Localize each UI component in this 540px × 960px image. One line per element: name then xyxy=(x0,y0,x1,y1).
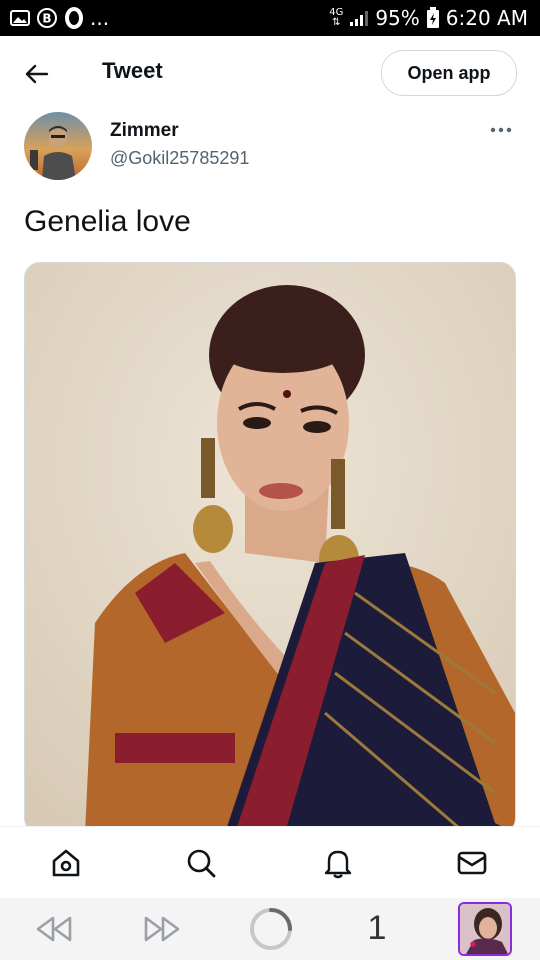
browser-back-button[interactable] xyxy=(34,912,74,946)
signal-icon xyxy=(349,9,369,27)
home-icon xyxy=(52,849,80,877)
b-circle-icon: B xyxy=(36,7,58,29)
page-title: Tweet xyxy=(102,58,163,83)
status-bar: B ... 4G ⇅ 95% 6:20 AM xyxy=(0,0,540,36)
clock: 6:20 AM xyxy=(445,6,528,30)
svg-text:B: B xyxy=(42,12,51,26)
o-icon xyxy=(64,6,84,30)
open-app-button[interactable]: Open app xyxy=(381,50,517,96)
rewind-icon xyxy=(36,916,72,942)
portrait-photo xyxy=(25,263,515,833)
status-left: B ... xyxy=(0,6,109,30)
notifications-icon xyxy=(324,850,352,879)
bottom-navigation xyxy=(0,826,540,899)
author-name[interactable]: Zimmer xyxy=(110,120,179,142)
author-handle[interactable]: @Gokil25785291 xyxy=(110,148,249,169)
browser-forward-button[interactable] xyxy=(142,912,182,946)
more-options-button[interactable] xyxy=(486,118,516,142)
back-button[interactable] xyxy=(22,60,50,88)
data-arrows-icon: ⇅ xyxy=(332,17,341,28)
fast-forward-icon xyxy=(144,916,180,942)
tab-preview-image xyxy=(460,904,510,954)
browser-reload-button[interactable] xyxy=(248,906,294,952)
network-indicator: 4G ⇅ xyxy=(329,8,343,28)
tweet-image[interactable] xyxy=(24,262,516,834)
nav-home-button[interactable] xyxy=(48,845,84,881)
tab-thumbnail[interactable] xyxy=(458,902,512,956)
nav-notifications-button[interactable] xyxy=(320,845,356,881)
avatar[interactable] xyxy=(24,112,92,180)
status-right: 4G ⇅ 95% 6:20 AM xyxy=(329,6,540,30)
nav-search-button[interactable] xyxy=(183,845,219,881)
tweet-author: Zimmer @Gokil25785291 xyxy=(24,112,516,182)
search-icon xyxy=(187,849,216,878)
tab-count[interactable]: 1 xyxy=(362,906,392,950)
nav-messages-button[interactable] xyxy=(454,845,490,881)
battery-charging-icon xyxy=(426,7,440,29)
messages-icon xyxy=(457,851,487,875)
tweet-text: Genelia love xyxy=(24,205,191,238)
image-icon xyxy=(10,9,30,27)
loading-spinner-icon xyxy=(250,908,292,950)
battery-percent: 95% xyxy=(375,6,420,30)
arrow-left-icon xyxy=(25,64,49,84)
tweet-header: Tweet Open app xyxy=(0,36,540,110)
status-ellipsis: ... xyxy=(90,6,110,30)
more-horizontal-icon xyxy=(490,127,512,133)
